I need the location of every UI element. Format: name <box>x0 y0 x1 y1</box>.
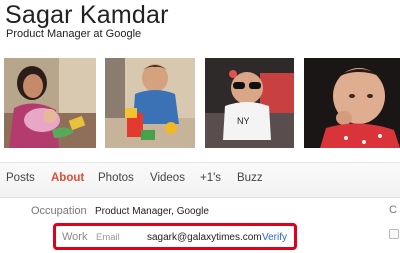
photo-mother-with-baby[interactable] <box>4 58 96 148</box>
tab-buzz[interactable]: Buzz <box>237 172 263 184</box>
tab-photos[interactable]: Photos <box>98 172 134 184</box>
occupation-label: Occupation <box>31 205 87 217</box>
work-label: Work <box>62 231 88 243</box>
tab-videos[interactable]: Videos <box>150 172 185 184</box>
photo-baby-sunglasses[interactable]: NY <box>205 58 294 148</box>
occupation-value: Product Manager, Google <box>95 206 209 217</box>
tab-about[interactable]: About <box>51 172 84 184</box>
tab-plus-ones[interactable]: +1's <box>200 172 221 184</box>
profile-name: Sagar Kamdar <box>5 1 169 29</box>
svg-text:NY: NY <box>237 116 250 126</box>
email-label: Email <box>96 232 120 243</box>
calendar-icon <box>389 229 399 239</box>
tab-posts[interactable]: Posts <box>6 172 35 184</box>
verify-link[interactable]: Verify <box>262 232 287 243</box>
right-column-heading: C <box>389 204 397 216</box>
photo-baby-closeup[interactable] <box>304 58 400 148</box>
profile-tab-bar: Posts About Photos Videos +1's Buzz <box>0 162 400 198</box>
email-value: sagark@galaxytimes.com <box>147 232 262 243</box>
photo-strip: NY <box>0 58 400 148</box>
photo-baby-with-toys[interactable] <box>105 58 195 148</box>
profile-page: Sagar Kamdar Product Manager at Google N… <box>0 0 400 253</box>
work-email-highlight-box: Work Email sagark@galaxytimes.com Verify <box>53 223 297 250</box>
profile-tagline: Product Manager at Google <box>6 28 142 40</box>
